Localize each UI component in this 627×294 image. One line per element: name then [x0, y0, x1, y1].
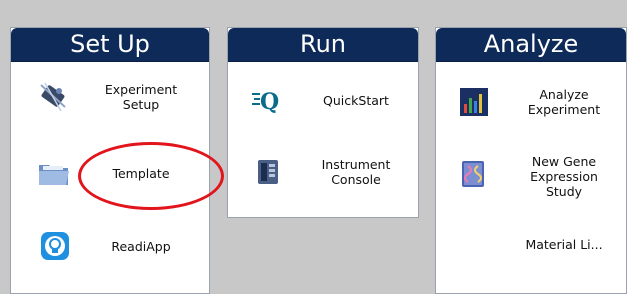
readiapp-label: ReadiApp — [111, 238, 171, 254]
experiment-setup-label: Experiment Setup — [104, 82, 178, 112]
analyze-experiment-button[interactable]: Analyze Experiment — [436, 76, 626, 128]
gene-book-icon — [458, 158, 490, 190]
setup-panel: Set Up Experiment Setup Template ReadiAp… — [10, 27, 210, 294]
experiment-setup-icon — [37, 81, 69, 113]
new-gene-expression-study-label: New Gene Expression Study — [530, 153, 598, 199]
bar-chart-icon — [458, 86, 490, 118]
quickstart-label: QuickStart — [323, 92, 389, 108]
material-library-button[interactable]: Material Li... — [436, 218, 626, 270]
run-panel: Run Q QuickStart Instrument Console — [227, 27, 419, 218]
analyze-experiment-label: Analyze Experiment — [527, 87, 601, 117]
template-label: Template — [112, 165, 170, 181]
quickstart-q-icon: Q — [250, 84, 282, 116]
analyze-panel: Analyze Analyze Experiment New Gene Expr… — [435, 27, 627, 294]
instrument-icon — [252, 156, 284, 188]
folder-icon — [37, 157, 69, 189]
new-gene-expression-study-button[interactable]: New Gene Expression Study — [436, 148, 626, 204]
quickstart-button[interactable]: Q QuickStart — [228, 74, 418, 126]
instrument-console-label: Instrument Console — [321, 157, 391, 187]
template-button[interactable]: Template — [11, 147, 209, 199]
lightbulb-app-icon — [39, 230, 71, 262]
run-panel-title: Run — [228, 28, 418, 62]
analyze-panel-title: Analyze — [436, 28, 626, 62]
material-library-label: Material Li... — [525, 236, 603, 252]
readiapp-button[interactable]: ReadiApp — [11, 220, 209, 272]
experiment-setup-button[interactable]: Experiment Setup — [11, 71, 209, 123]
svg-text:Q: Q — [260, 89, 279, 115]
instrument-console-button[interactable]: Instrument Console — [228, 146, 418, 198]
setup-panel-title: Set Up — [11, 28, 209, 62]
